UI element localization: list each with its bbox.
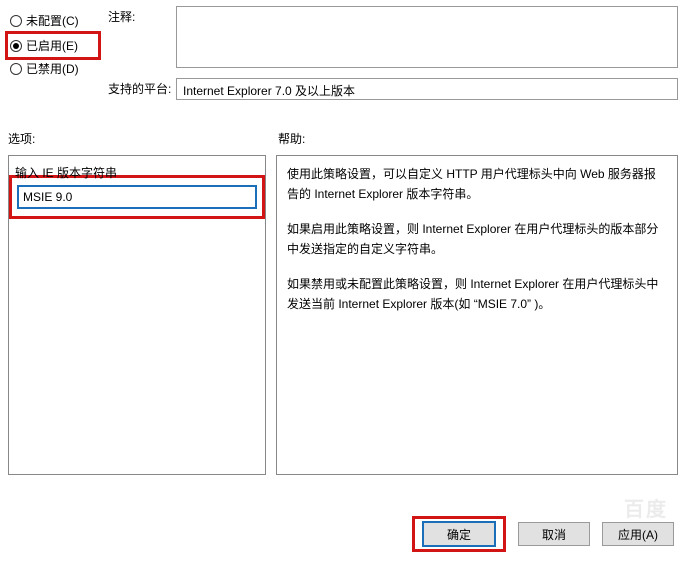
ie-version-input[interactable] xyxy=(18,186,256,208)
radio-icon xyxy=(10,63,22,75)
dialog-button-row: 确定 取消 应用(A) xyxy=(412,516,674,552)
radio-icon xyxy=(10,40,22,52)
help-panel: 使用此策略设置，可以自定义 HTTP 用户代理标头中向 Web 服务器报告的 I… xyxy=(276,155,678,475)
help-paragraph: 使用此策略设置，可以自定义 HTTP 用户代理标头中向 Web 服务器报告的 I… xyxy=(287,164,667,205)
help-paragraph: 如果启用此策略设置，则 Internet Explorer 在用户代理标头的版本… xyxy=(287,219,667,260)
comment-textarea[interactable] xyxy=(176,6,678,68)
radio-unconfigured[interactable]: 未配置(C) xyxy=(8,9,98,32)
radio-enabled[interactable]: 已启用(E) xyxy=(5,31,101,60)
radio-unconfigured-label: 未配置(C) xyxy=(26,12,79,29)
ok-button-highlight: 确定 xyxy=(412,516,506,552)
help-heading: 帮助: xyxy=(278,130,305,147)
ie-input-highlight xyxy=(9,175,265,219)
platform-value: Internet Explorer 7.0 及以上版本 xyxy=(176,78,678,100)
comment-label: 注释: xyxy=(108,6,176,68)
apply-button[interactable]: 应用(A) xyxy=(602,522,674,546)
options-heading: 选项: xyxy=(8,130,278,147)
radio-disabled-label: 已禁用(D) xyxy=(26,60,79,77)
radio-enabled-label: 已启用(E) xyxy=(26,37,78,54)
radio-icon xyxy=(10,15,22,27)
ok-button[interactable]: 确定 xyxy=(423,522,495,546)
platform-label: 支持的平台: xyxy=(108,78,176,100)
help-paragraph: 如果禁用或未配置此策略设置，则 Internet Explorer 在用户代理标… xyxy=(287,274,667,315)
config-radio-group: 未配置(C) 已启用(E) 已禁用(D) xyxy=(8,6,98,110)
radio-disabled[interactable]: 已禁用(D) xyxy=(8,57,98,80)
cancel-button[interactable]: 取消 xyxy=(518,522,590,546)
options-panel: 输入 IE 版本字符串 xyxy=(8,155,266,475)
